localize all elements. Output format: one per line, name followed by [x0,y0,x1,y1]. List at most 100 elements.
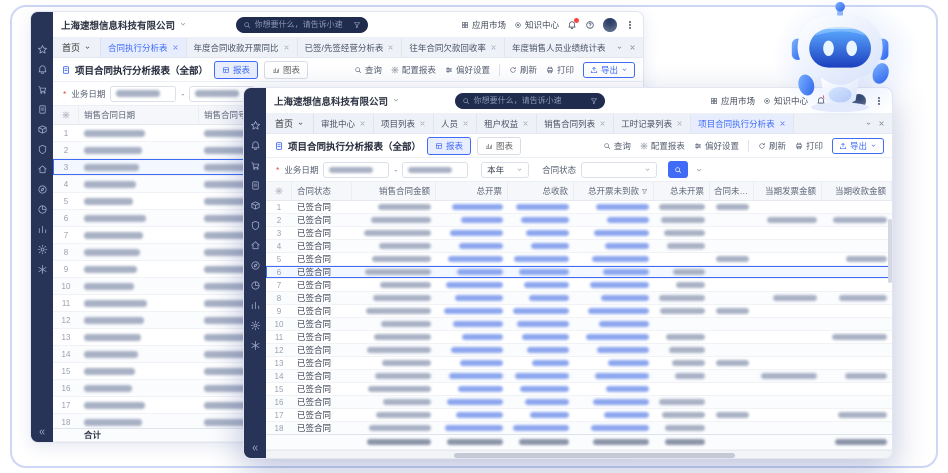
help-icon[interactable] [585,20,595,30]
collapse-sidebar-icon[interactable] [37,427,47,437]
pie-icon[interactable] [37,204,48,215]
table-row[interactable]: 18 已签合同 [266,422,892,434]
close-tab-icon[interactable] [522,120,529,127]
export-button[interactable]: 导出 [582,61,635,78]
vertical-scrollbar[interactable] [887,200,892,434]
query-button[interactable]: 查询 [603,140,631,152]
cart-icon[interactable] [250,160,261,171]
chevron-down-icon[interactable] [392,92,400,110]
app-logo-icon[interactable] [249,94,261,112]
config-report-button[interactable]: 配置报表 [391,64,436,76]
box-icon[interactable] [250,200,261,211]
view-chart-button[interactable]: 图表 [477,136,522,155]
home-icon[interactable] [250,240,261,251]
tab-年度合同收款开票同比[interactable]: 年度合同收款开票同比 [187,38,298,57]
table-row[interactable]: 10 已签合同 [266,318,892,331]
box-icon[interactable] [37,124,48,135]
snow-icon[interactable] [37,264,48,275]
date-to-input[interactable] [402,161,469,178]
close-tab-icon[interactable] [359,120,366,127]
export-button[interactable]: 导出 [831,137,884,154]
table-row[interactable]: 11 已签合同 [266,331,892,344]
compass-icon[interactable] [250,260,261,271]
app-market-link[interactable]: 应用市场 [710,95,755,107]
tab-工时记录列表[interactable]: 工时记录列表 [614,114,692,133]
table-row[interactable]: 5 已签合同 [266,253,892,266]
contract-status-select[interactable] [581,161,658,178]
config-report-button[interactable]: 配置报表 [640,140,685,152]
chevron-down-icon[interactable] [179,16,187,34]
table-row[interactable]: 12 已签合同 [266,344,892,357]
scrollbar-thumb[interactable] [887,218,892,283]
tab-年度销售人员业绩统计表[interactable]: 年度销售人员业绩统计表 [505,38,609,57]
column-header-总开票[interactable]: 总开票 [436,182,508,200]
preferences-button[interactable]: 偏好设置 [694,140,739,152]
view-chart-button[interactable]: 图表 [264,60,309,79]
shield-icon[interactable] [37,144,48,155]
view-report-button[interactable]: 报表 [427,136,472,155]
refresh-button[interactable]: 刷新 [758,140,786,152]
bars-icon[interactable] [37,224,48,235]
avatar[interactable] [602,17,617,32]
tab-项目列表[interactable]: 项目列表 [374,114,435,133]
table-row[interactable]: 17 已签合同 [266,409,892,422]
snow-icon[interactable] [250,340,261,351]
column-settings-gear-icon[interactable] [266,182,292,200]
cart-icon[interactable] [37,84,48,95]
bell-icon[interactable] [37,64,48,75]
assistant-search-input[interactable]: 你想要什么，请告诉小速 [235,16,368,33]
close-tab-icon[interactable] [172,44,179,51]
tab-租户权益[interactable]: 租户权益 [477,114,538,133]
print-button[interactable]: 打印 [546,64,574,76]
table-row[interactable]: 16 已签合同 [266,396,892,409]
scrollbar-thumb[interactable] [453,452,736,458]
pie-icon[interactable] [250,280,261,291]
table-row[interactable]: 14 已签合同 [266,370,892,383]
column-settings-gear-icon[interactable] [53,106,79,124]
close-tab-icon[interactable] [283,44,290,51]
close-tab-icon[interactable] [779,120,786,127]
table-row[interactable]: 1 已签合同 [266,201,892,214]
doc-icon[interactable] [37,104,48,115]
table-row[interactable]: 9 已签合同 [266,305,892,318]
table-row[interactable]: 4 已签合同 [266,240,892,253]
tab-人员[interactable]: 人员 [434,114,478,133]
column-header-总开票未到款[interactable]: 总开票未到款 [574,182,654,200]
company-name[interactable]: 上海速想信息科技有限公司 [274,94,388,108]
close-tab-icon[interactable] [419,120,426,127]
close-tab-icon[interactable] [462,120,469,127]
close-all-tabs-icon[interactable] [878,120,885,127]
tab-list-chevron-icon[interactable] [865,120,872,127]
star-icon[interactable] [250,120,261,131]
column-header-总未开票[interactable]: 总未开票 [654,182,710,200]
column-header-合同状态[interactable]: 合同状态 [292,182,352,200]
app-market-link[interactable]: 应用市场 [461,19,506,31]
close-tab-icon[interactable] [387,44,394,51]
tab-home[interactable]: 首页 [266,114,315,133]
year-select[interactable]: 本年 [481,161,530,178]
tab-销售合同列表[interactable]: 销售合同列表 [537,114,615,133]
column-header-销售合同金额[interactable]: 销售合同金额 [352,182,436,200]
date-from-input[interactable] [323,161,390,178]
close-tab-icon[interactable] [676,120,683,127]
gear-icon[interactable] [250,320,261,331]
preferences-button[interactable]: 偏好设置 [445,64,490,76]
assistant-search-input[interactable]: 你想要什么，请告诉小速 [454,92,605,109]
refresh-button[interactable]: 刷新 [509,64,537,76]
doc-icon[interactable] [250,180,261,191]
tab-往年合同欠款回收率[interactable]: 往年合同欠款回收率 [402,38,505,57]
horizontal-scrollbar[interactable] [266,450,892,458]
query-button[interactable]: 查询 [354,64,382,76]
column-header-当期收款金额[interactable]: 当期收款金额 [822,182,892,200]
star-icon[interactable] [37,44,48,55]
view-report-button[interactable]: 报表 [214,60,259,79]
tab-审批中心[interactable]: 审批中心 [314,114,375,133]
table-row[interactable]: 15 已签合同 [266,383,892,396]
column-header-当期发票金额[interactable]: 当期发票金额 [754,182,822,200]
table-row[interactable]: 13 已签合同 [266,357,892,370]
home-icon[interactable] [37,164,48,175]
table-row[interactable]: 8 已签合同 [266,292,892,305]
print-button[interactable]: 打印 [795,140,823,152]
tab-合同执行分析表[interactable]: 合同执行分析表 [101,38,187,57]
tab-home[interactable]: 首页 [53,38,102,57]
